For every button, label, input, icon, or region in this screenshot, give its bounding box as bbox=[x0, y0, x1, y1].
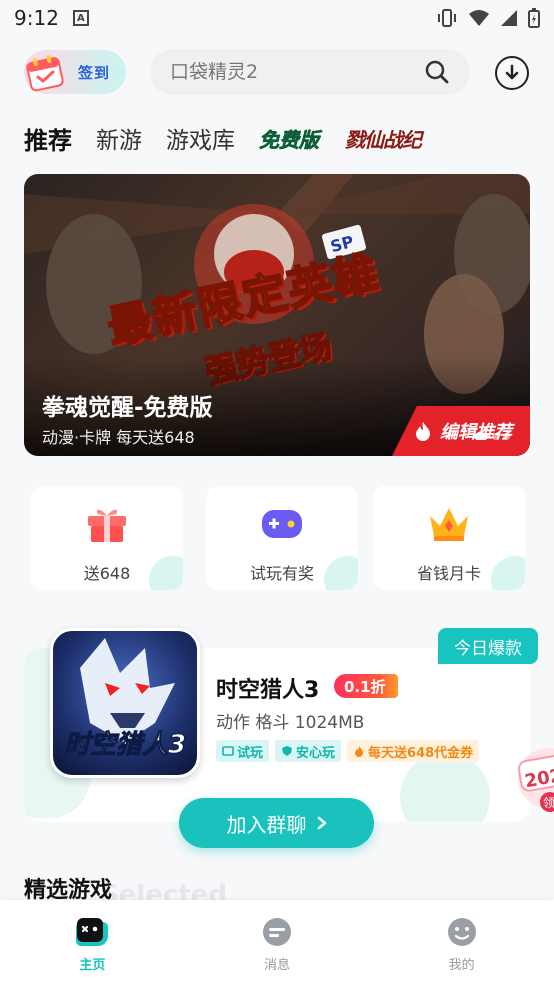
status-bar: 9:12 A bbox=[0, 0, 554, 36]
crown-icon bbox=[430, 508, 468, 541]
nav-profile[interactable]: 我的 bbox=[369, 900, 554, 984]
chip-voucher: 每天送648代金券 bbox=[347, 740, 480, 762]
banner-game-title: 拳魂觉醒-免费版 bbox=[42, 395, 213, 421]
search-icon[interactable] bbox=[424, 59, 450, 85]
game-name: 时空猎人3 bbox=[216, 678, 320, 703]
signin-button[interactable]: 签到 bbox=[24, 50, 126, 94]
vibrate-icon bbox=[438, 9, 456, 27]
pager-dot bbox=[503, 433, 510, 440]
chip-label: 试玩 bbox=[237, 745, 264, 761]
shield-icon bbox=[282, 746, 293, 756]
status-time: 9:12 bbox=[14, 6, 59, 30]
chip-safe-play: 安心玩 bbox=[275, 740, 342, 762]
game-meta: 动作 格斗 1024MB bbox=[216, 713, 365, 733]
home-game-icon bbox=[76, 918, 109, 946]
profile-icon bbox=[447, 918, 476, 946]
gift-icon bbox=[88, 509, 126, 542]
banner-pager bbox=[474, 433, 510, 440]
nav-messages[interactable]: 消息 bbox=[185, 900, 370, 984]
download-icon bbox=[505, 64, 519, 80]
quick-label: 试玩有奖 bbox=[249, 564, 314, 583]
tab-new-games[interactable]: 新游 bbox=[96, 121, 142, 155]
hero-banner[interactable]: SP 最新限定英雄 强势登场 拳魂觉醒-免费版 动漫·卡牌 每天送648 编辑推… bbox=[24, 174, 530, 456]
tab-free-version[interactable]: 免费版 bbox=[259, 124, 320, 153]
float-badge-claim: 领 bbox=[543, 796, 554, 810]
chevron-right-icon bbox=[317, 816, 326, 830]
wifi-icon bbox=[469, 10, 489, 26]
pager-dot-active bbox=[474, 433, 488, 440]
card-decor bbox=[400, 752, 490, 822]
chip-trial: 试玩 bbox=[216, 740, 270, 762]
nav-label: 我的 bbox=[448, 958, 475, 973]
floating-2024-badge[interactable]: 202 领 bbox=[514, 744, 554, 814]
editor-pick-label: 编辑推荐 bbox=[440, 418, 512, 444]
nav-label: 主页 bbox=[79, 958, 106, 973]
battery-icon bbox=[528, 8, 540, 28]
cover-title: 时空猎人3 bbox=[63, 730, 187, 761]
download-button[interactable] bbox=[495, 56, 529, 90]
fire-icon bbox=[355, 746, 364, 757]
message-icon bbox=[263, 918, 291, 946]
tab-luxian-zhanji[interactable]: 戮仙战纪 bbox=[345, 124, 422, 153]
hot-today-tag: 今日爆款 bbox=[438, 628, 538, 664]
calendar-checkin-icon bbox=[26, 55, 64, 92]
join-group-button[interactable]: 加入群聊 bbox=[179, 798, 374, 848]
bottom-navigation: 主页 消息 我的 bbox=[0, 900, 554, 984]
quick-trial-reward[interactable]: 试玩有奖 bbox=[206, 486, 358, 590]
trial-icon bbox=[222, 746, 234, 756]
gamepad-icon bbox=[262, 510, 302, 538]
status-icons bbox=[436, 8, 540, 28]
signal-icon bbox=[501, 10, 517, 26]
join-label: 加入群聊 bbox=[226, 812, 307, 837]
nav-home[interactable]: 主页 bbox=[0, 900, 185, 984]
quick-send-648[interactable]: 送648 bbox=[31, 486, 183, 590]
search-bar[interactable] bbox=[150, 49, 470, 95]
category-tabs: 推荐 新游 游戏库 免费版 戮仙战纪 bbox=[24, 118, 422, 158]
discount-badge: 0.1折 bbox=[334, 674, 398, 698]
chip-label: 安心玩 bbox=[296, 745, 336, 761]
quick-monthly-card[interactable]: 省钱月卡 bbox=[373, 486, 525, 590]
tab-recommend[interactable]: 推荐 bbox=[24, 121, 72, 156]
quick-label: 送648 bbox=[83, 564, 131, 583]
quick-label: 省钱月卡 bbox=[416, 564, 481, 583]
game-cover-image[interactable]: 时空猎人3 bbox=[50, 628, 200, 778]
banner-game-meta: 动漫·卡牌 每天送648 bbox=[42, 428, 195, 447]
pager-dot bbox=[492, 433, 499, 440]
tab-game-library[interactable]: 游戏库 bbox=[166, 121, 235, 155]
flame-icon bbox=[416, 422, 430, 441]
feature-chips: 试玩 安心玩 每天送648代金券 bbox=[216, 740, 480, 762]
nav-label: 消息 bbox=[264, 958, 291, 973]
chip-label: 每天送648代金券 bbox=[368, 745, 474, 761]
search-input[interactable] bbox=[170, 61, 424, 83]
notification-a-icon: A bbox=[72, 10, 89, 26]
signin-label: 签到 bbox=[78, 63, 111, 82]
top-header: 签到 bbox=[0, 46, 554, 100]
